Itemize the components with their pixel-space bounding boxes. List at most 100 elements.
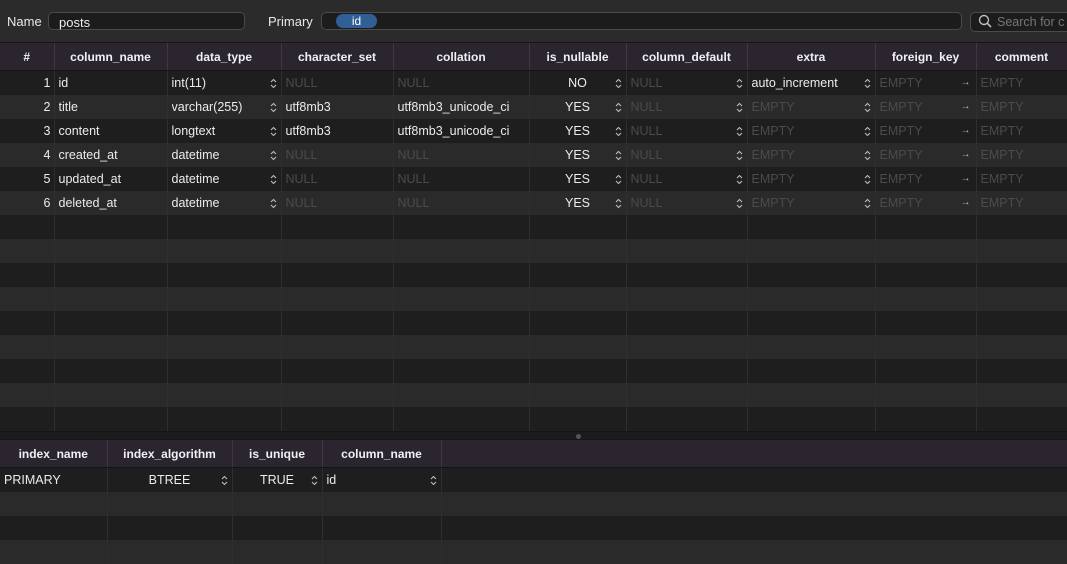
empty-cell[interactable] [976,407,1067,431]
empty-cell[interactable] [441,516,1067,540]
empty-cell[interactable] [281,311,393,335]
empty-cell[interactable] [626,239,747,263]
stepper-icon[interactable] [270,126,277,137]
foreign-key-cell[interactable]: EMPTY→ [875,95,976,119]
comment-cell[interactable]: EMPTY [976,191,1067,215]
empty-cell[interactable] [529,215,626,239]
column-default-cell[interactable]: NULL [626,167,747,191]
idx-header-is-unique[interactable]: is_unique [232,440,322,468]
foreign-key-cell[interactable]: EMPTY→ [875,119,976,143]
column-name-cell[interactable]: updated_at [54,167,167,191]
table-row[interactable]: 2titlevarchar(255)utf8mb3utf8mb3_unicode… [0,95,1067,119]
extra-cell[interactable]: auto_increment [747,71,875,96]
comment-cell[interactable]: EMPTY [976,71,1067,96]
empty-cell[interactable] [232,540,322,564]
table-row[interactable]: 4created_atdatetimeNULLNULLYESNULLEMPTYE… [0,143,1067,167]
empty-cell[interactable] [232,492,322,516]
table-row[interactable]: PRIMARYBTREETRUEid [0,468,1067,493]
empty-cell[interactable] [875,263,976,287]
empty-cell[interactable] [626,287,747,311]
character-set-cell[interactable]: NULL [281,143,393,167]
column-default-cell[interactable]: NULL [626,71,747,96]
empty-cell[interactable] [107,516,232,540]
collation-cell[interactable]: NULL [393,143,529,167]
empty-cell[interactable] [626,407,747,431]
table-row[interactable] [0,407,1067,431]
stepper-icon[interactable] [615,102,622,113]
stepper-icon[interactable] [615,174,622,185]
foreign-key-cell[interactable]: EMPTY→ [875,191,976,215]
is-nullable-cell[interactable]: NO [529,71,626,96]
table-row[interactable] [0,383,1067,407]
empty-cell[interactable] [747,287,875,311]
empty-cell[interactable] [747,215,875,239]
search-input[interactable] [997,14,1067,30]
empty-cell[interactable] [393,239,529,263]
data-type-cell[interactable]: varchar(255) [167,95,281,119]
empty-cell[interactable] [281,407,393,431]
extra-cell[interactable]: EMPTY [747,143,875,167]
empty-cell[interactable] [626,215,747,239]
stepper-icon[interactable] [864,174,871,185]
empty-cell[interactable] [0,383,54,407]
row-number-cell[interactable]: 5 [0,167,54,191]
arrow-right-icon[interactable]: → [961,149,971,160]
empty-cell[interactable] [747,335,875,359]
column-name-cell[interactable]: deleted_at [54,191,167,215]
table-row[interactable] [0,540,1067,564]
comment-cell[interactable]: EMPTY [976,167,1067,191]
table-row[interactable] [0,311,1067,335]
stepper-icon[interactable] [615,78,622,89]
extra-cell[interactable]: EMPTY [747,119,875,143]
character-set-cell[interactable]: NULL [281,167,393,191]
column-name-cell[interactable]: content [54,119,167,143]
idx-header-column-name[interactable]: column_name [322,440,441,468]
data-type-cell[interactable]: datetime [167,191,281,215]
empty-cell[interactable] [54,359,167,383]
empty-cell[interactable] [747,407,875,431]
empty-cell[interactable] [281,263,393,287]
column-default-cell[interactable]: NULL [626,143,747,167]
row-number-cell[interactable]: 2 [0,95,54,119]
table-row[interactable]: 6deleted_atdatetimeNULLNULLYESNULLEMPTYE… [0,191,1067,215]
empty-cell[interactable] [0,287,54,311]
arrow-right-icon[interactable]: → [961,101,971,112]
empty-cell[interactable] [281,215,393,239]
collation-cell[interactable]: utf8mb3_unicode_ci [393,119,529,143]
character-set-cell[interactable]: utf8mb3 [281,95,393,119]
col-header-num[interactable]: # [0,43,54,71]
index-column-name-cell[interactable]: id [322,468,441,493]
collation-cell[interactable]: NULL [393,71,529,96]
extra-cell[interactable]: EMPTY [747,191,875,215]
empty-cell[interactable] [0,540,107,564]
col-header-foreign-key[interactable]: foreign_key [875,43,976,71]
table-row[interactable] [0,335,1067,359]
empty-cell[interactable] [875,311,976,335]
empty-cell[interactable] [393,287,529,311]
empty-cell[interactable] [976,359,1067,383]
foreign-key-cell[interactable]: EMPTY→ [875,71,976,96]
stepper-icon[interactable] [270,102,277,113]
empty-cell[interactable] [0,239,54,263]
empty-cell[interactable] [976,287,1067,311]
empty-cell[interactable] [54,215,167,239]
empty-cell[interactable] [529,383,626,407]
empty-cell[interactable] [529,263,626,287]
empty-cell[interactable] [529,239,626,263]
row-number-cell[interactable]: 6 [0,191,54,215]
stepper-icon[interactable] [736,78,743,89]
empty-cell[interactable] [529,311,626,335]
index-name-cell[interactable]: PRIMARY [0,468,107,493]
row-number-cell[interactable]: 3 [0,119,54,143]
stepper-icon[interactable] [736,102,743,113]
empty-cell[interactable] [976,215,1067,239]
idx-header-index-algorithm[interactable]: index_algorithm [107,440,232,468]
stepper-icon[interactable] [864,150,871,161]
is-nullable-cell[interactable]: YES [529,191,626,215]
empty-cell[interactable] [0,263,54,287]
character-set-cell[interactable]: utf8mb3 [281,119,393,143]
empty-cell[interactable] [393,335,529,359]
empty-cell[interactable] [747,263,875,287]
col-header-data-type[interactable]: data_type [167,43,281,71]
empty-cell[interactable] [54,335,167,359]
